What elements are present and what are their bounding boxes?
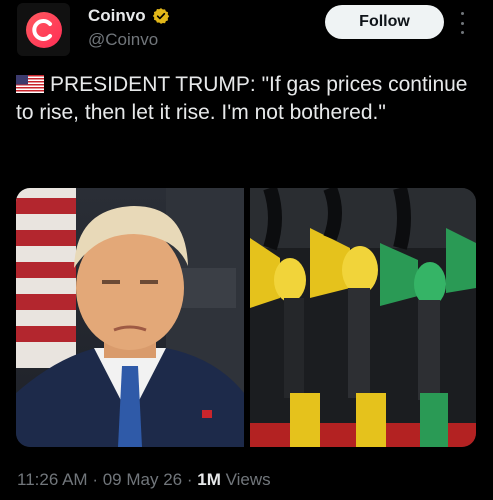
tweet-timestamp: 11:26 AM · 09 May 26 · 1M Views xyxy=(17,470,271,490)
author-name[interactable]: Coinvo xyxy=(88,6,146,26)
author-handle[interactable]: @Coinvo xyxy=(88,30,158,50)
gas-pumps-photo[interactable] xyxy=(250,188,476,447)
tweet-header: Coinvo @Coinvo Follow xyxy=(0,0,493,64)
portrait-photo[interactable] xyxy=(16,188,244,447)
coinvo-logo-icon xyxy=(25,11,62,48)
tweet-time[interactable]: 11:26 AM xyxy=(17,470,88,489)
views-label: Views xyxy=(225,470,271,489)
views-count[interactable]: 1M xyxy=(197,470,221,489)
follow-button[interactable]: Follow xyxy=(325,5,444,39)
tweet-date[interactable]: 09 May 26 xyxy=(103,470,182,489)
separator: · xyxy=(92,470,98,489)
avatar[interactable] xyxy=(17,3,70,56)
verified-badge-icon xyxy=(152,8,169,24)
more-options-icon[interactable] xyxy=(457,12,467,34)
separator: · xyxy=(186,470,193,489)
tweet-media[interactable] xyxy=(16,188,476,447)
fuel-nozzles-illustration xyxy=(250,188,476,447)
us-flag-icon xyxy=(16,75,44,93)
name-row: Coinvo xyxy=(88,6,170,26)
portrait-illustration xyxy=(16,188,244,447)
tweet-text: PRESIDENT TRUMP: "If gas prices continue… xyxy=(16,71,476,127)
tweet-body: PRESIDENT TRUMP: "If gas prices continue… xyxy=(16,73,468,124)
